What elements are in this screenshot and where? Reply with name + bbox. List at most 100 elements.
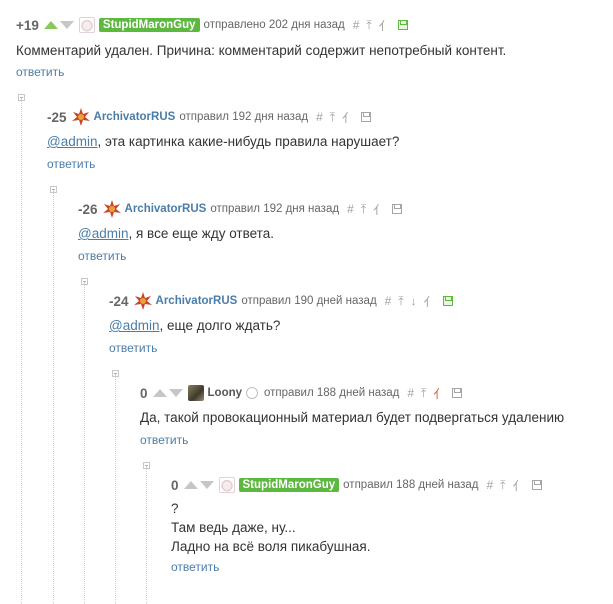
avatar[interactable] (133, 292, 152, 310)
hash-link-icon[interactable]: # (407, 386, 414, 400)
comment-line: Ладно на всё воля пикабушная. (171, 539, 371, 554)
collapse-toggle[interactable] (112, 370, 119, 377)
hash-link-icon[interactable]: # (347, 202, 354, 216)
avatar[interactable] (78, 17, 95, 33)
thread-line (115, 374, 116, 604)
downvote-icon[interactable] (168, 389, 183, 397)
parent-arrow-icon[interactable]: ⤒ (398, 294, 403, 309)
reply-link[interactable]: ответить (16, 65, 64, 79)
comment-time[interactable]: отправил 192 дня назад (210, 203, 339, 215)
author-nick[interactable]: ArchivatorRUS (125, 203, 207, 215)
reply-link[interactable]: ответить (109, 341, 157, 355)
save-icon[interactable] (531, 480, 542, 490)
branch-icon[interactable]: ⺅ (373, 201, 385, 218)
mention-link[interactable]: @admin (47, 134, 97, 149)
comment-text-rest: , эта картинка какие-нибудь правила нару… (97, 134, 400, 149)
comment-rating: 0 (171, 477, 179, 493)
hash-link-icon[interactable]: # (385, 294, 392, 308)
comment-text: Да, такой провокационный материал будет … (140, 410, 565, 425)
save-icon[interactable] (361, 112, 372, 122)
author-nick[interactable]: ArchivatorRUS (156, 295, 238, 307)
branch-icon[interactable]: ⺅ (379, 17, 391, 34)
comment-text-rest: , еще долго ждать? (159, 318, 281, 333)
comment-time[interactable]: отправил 190 дней назад (241, 295, 376, 307)
comment-rating: -26 (78, 201, 98, 217)
avatar[interactable] (218, 477, 235, 493)
parent-arrow-icon[interactable]: ⤒ (366, 18, 371, 33)
upvote-icon[interactable] (43, 21, 58, 29)
vote-controls (183, 481, 214, 489)
comment-text: @admin, эта картинка какие-нибудь правил… (47, 132, 399, 151)
hash-link-icon[interactable]: # (486, 478, 493, 492)
comment-header: 0 Loony отправил 188 дней назад # ⤒ ⺅ (140, 383, 463, 403)
next-arrow-icon[interactable]: ↓ (411, 294, 417, 308)
collapse-toggle[interactable] (18, 94, 25, 101)
comment-text: ? Там ведь даже, ну... Ладно на всё воля… (171, 499, 370, 556)
upvote-icon[interactable] (152, 389, 167, 397)
mention-link[interactable]: @admin (109, 318, 159, 333)
collapse-toggle[interactable] (143, 462, 150, 469)
author-nick[interactable]: ArchivatorRUS (94, 111, 176, 123)
save-icon[interactable] (442, 296, 453, 306)
branch-icon[interactable]: ⺅ (433, 385, 445, 402)
avatar[interactable] (71, 108, 90, 126)
comment-tools: # ⤒ ↓ ⺅ (385, 293, 453, 310)
branch-icon[interactable]: ⺅ (424, 293, 436, 310)
comment-text: @admin, я все еще жду ответа. (78, 224, 274, 243)
thread-line (146, 466, 147, 604)
comment-rating: -25 (47, 109, 67, 125)
comment-rating: -24 (109, 293, 129, 309)
author-nick[interactable]: Loony (208, 387, 243, 399)
collapse-toggle[interactable] (81, 278, 88, 285)
vote-controls (152, 389, 183, 397)
comment-line: ? (171, 501, 179, 516)
downvote-icon[interactable] (59, 21, 74, 29)
comment-tools: # ⤒ ⺅ (316, 109, 372, 126)
upvote-icon[interactable] (183, 481, 198, 489)
comment-header: -24 ArchivatorRUS отправил 190 дней наза… (109, 291, 453, 311)
thread-line (53, 190, 54, 604)
comment-header: -26 ArchivatorRUS отправил 192 дня назад… (78, 199, 403, 219)
save-icon[interactable] (397, 20, 408, 30)
collapse-toggle[interactable] (50, 186, 57, 193)
downvote-icon[interactable] (199, 481, 214, 489)
parent-arrow-icon[interactable]: ⤒ (330, 110, 335, 125)
comment-tools: # ⤒ ⺅ (407, 385, 463, 402)
vote-controls (43, 21, 74, 29)
branch-icon[interactable]: ⺅ (342, 109, 354, 126)
comment-header: 0 StupidMaronGuy отправил 188 дней назад… (171, 475, 542, 495)
hash-link-icon[interactable]: # (316, 110, 323, 124)
parent-arrow-icon[interactable]: ⤒ (500, 478, 505, 493)
comment-tools: # ⤒ ⺅ (347, 201, 403, 218)
save-icon[interactable] (452, 388, 463, 398)
reply-link[interactable]: ответить (140, 433, 188, 447)
comment-time[interactable]: отправил 188 дней назад (264, 387, 399, 399)
comment-time[interactable]: отправил 188 дней назад (343, 479, 478, 491)
author-nick[interactable]: StupidMaronGuy (238, 478, 340, 492)
avatar[interactable] (102, 200, 121, 218)
comment-time[interactable]: отправил 192 дня назад (179, 111, 308, 123)
parent-arrow-icon[interactable]: ⤒ (361, 202, 366, 217)
status-icon (246, 387, 259, 399)
hash-link-icon[interactable]: # (353, 18, 360, 32)
save-icon[interactable] (392, 204, 403, 214)
mention-link[interactable]: @admin (78, 226, 128, 241)
comment-text-rest: , я все еще жду ответа. (128, 226, 274, 241)
thread-line (84, 282, 85, 604)
parent-arrow-icon[interactable]: ⤒ (421, 386, 426, 401)
comment-time[interactable]: отправлено 202 дня назад (204, 19, 345, 31)
comment-header: +19 StupidMaronGuy отправлено 202 дня на… (16, 15, 408, 35)
branch-icon[interactable]: ⺅ (512, 477, 524, 494)
author-nick[interactable]: StupidMaronGuy (98, 18, 200, 32)
comment-rating: 0 (140, 385, 148, 401)
avatar[interactable] (187, 385, 204, 401)
comment-tools: # ⤒ ⺅ (353, 17, 408, 34)
reply-link[interactable]: ответить (78, 249, 126, 263)
thread-line (21, 98, 22, 604)
comment-rating: +19 (16, 17, 39, 33)
reply-link[interactable]: ответить (171, 560, 219, 574)
reply-link[interactable]: ответить (47, 157, 95, 171)
comment-text: Комментарий удален. Причина: комментарий… (16, 43, 507, 58)
comment-line: Там ведь даже, ну... (171, 520, 296, 535)
comment-text: @admin, еще долго ждать? (109, 316, 280, 335)
